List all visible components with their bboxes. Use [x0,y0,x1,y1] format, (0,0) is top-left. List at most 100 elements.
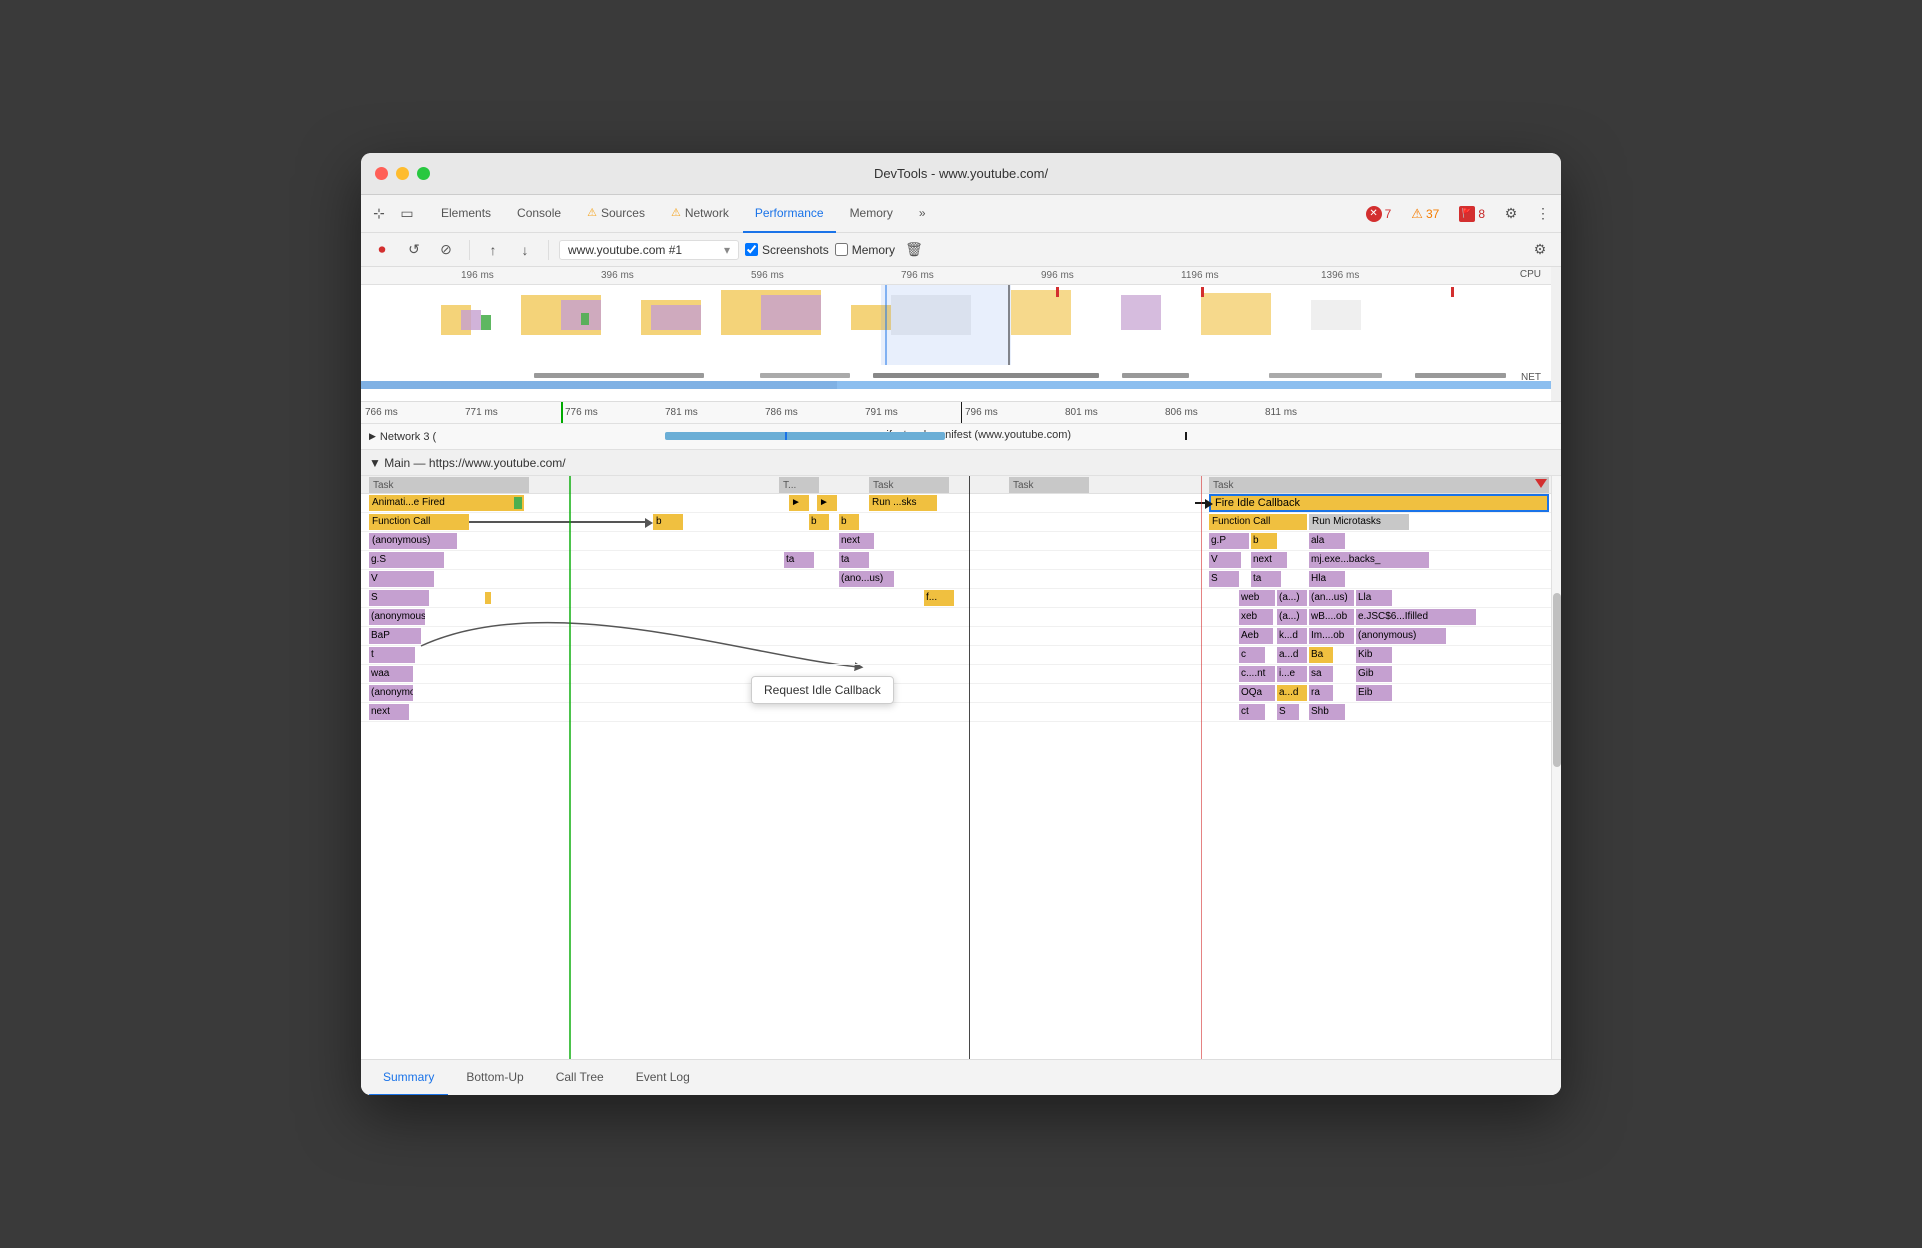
block-wb-ob[interactable]: wB....ob [1309,609,1354,625]
block-next-1[interactable]: next [839,533,874,549]
block-gp[interactable]: g.P [1209,533,1249,549]
block-eib[interactable]: Eib [1356,685,1392,701]
block-shb[interactable]: Shb [1309,704,1345,720]
block-an-us[interactable]: (an...us) [1309,590,1354,606]
overview-scrollbar[interactable] [1551,267,1561,401]
block-im-ob[interactable]: Im....ob [1309,628,1354,644]
block-c[interactable]: c [1239,647,1265,663]
block-s-1[interactable]: S [1209,571,1239,587]
clear-button[interactable]: ⊘ [433,237,459,263]
block-ra[interactable]: ra [1309,685,1333,701]
scrollbar-thumb[interactable] [1553,593,1561,768]
block-v-2[interactable]: V [369,571,434,587]
block-next-2[interactable]: next [1251,552,1287,568]
tab-summary[interactable]: Summary [369,1060,448,1096]
tab-performance[interactable]: Performance [743,195,836,233]
tab-call-tree[interactable]: Call Tree [542,1060,618,1096]
block-anon-2[interactable]: (anonymous) [369,609,425,625]
tab-network[interactable]: ⚠ Network [659,195,741,233]
block-ejsc[interactable]: e.JSC$6...Ifilled [1356,609,1476,625]
expand-triangle-icon[interactable]: ▶ [369,431,376,442]
block-b-small[interactable]: b [653,514,683,530]
block-a2[interactable]: (a...) [1277,609,1307,625]
block-ba[interactable]: Ba [1309,647,1333,663]
block-v-1[interactable]: V [1209,552,1241,568]
memory-checkbox-label[interactable]: Memory [835,243,895,257]
settings-icon[interactable]: ⚙ [1499,202,1523,226]
block-oqa[interactable]: OQa [1239,685,1275,701]
block-lla[interactable]: Lla [1356,590,1392,606]
block-ad-1[interactable]: a...d [1277,647,1307,663]
block-b-2[interactable]: b [839,514,859,530]
block-b-3[interactable]: b [1251,533,1277,549]
block-fn-call-1[interactable]: Function Call [369,514,469,530]
block-gs[interactable]: g.S [369,552,444,568]
block-a1[interactable]: (a...) [1277,590,1307,606]
block-fn-call-2[interactable]: Function Call [1209,514,1307,530]
record-button[interactable]: ⏺ [369,237,395,263]
upload-button[interactable]: ↑ [480,237,506,263]
warnings-badge[interactable]: ⚠ 37 [1405,204,1445,224]
block-fire-idle[interactable]: Fire Idle Callback [1209,494,1549,512]
trash-icon[interactable]: 🗑 [901,237,927,263]
screenshots-checkbox-label[interactable]: Screenshots [745,243,829,257]
cursor-icon[interactable]: ⊹ [367,202,391,226]
block-gib[interactable]: Gib [1356,666,1392,682]
memory-checkbox[interactable] [835,243,848,256]
block-waa[interactable]: waa [369,666,413,682]
more-icon[interactable]: ⋮ [1531,202,1555,226]
block-run-micro[interactable]: Run Microtasks [1309,514,1409,530]
block-animati[interactable]: Animati...e Fired [369,495,524,511]
tab-console[interactable]: Console [505,195,573,233]
block-t[interactable]: t [369,647,415,663]
block-hla[interactable]: Hla [1309,571,1345,587]
download-button[interactable]: ↓ [512,237,538,263]
block-mj-exe[interactable]: mj.exe...backs_ [1309,552,1429,568]
tab-more[interactable]: » [907,195,938,233]
minimize-button[interactable] [396,167,409,180]
maximize-button[interactable] [417,167,430,180]
tab-sources[interactable]: ⚠ Sources [575,195,657,233]
block-next-3[interactable]: next [369,704,409,720]
flame-scrollbar[interactable] [1551,476,1561,1059]
block-f[interactable]: f... [924,590,954,606]
timeline-overview[interactable]: 196 ms 396 ms 596 ms 796 ms 996 ms 1196 … [361,267,1561,402]
block-ct[interactable]: ct [1239,704,1265,720]
tab-elements[interactable]: Elements [429,195,503,233]
block-anon-3[interactable]: (anonymous) [1356,628,1446,644]
block-aeb[interactable]: Aeb [1239,628,1273,644]
settings-gear-icon[interactable]: ⚙ [1527,237,1553,263]
tab-event-log[interactable]: Event Log [622,1060,704,1096]
url-selector[interactable]: www.youtube.com #1 ▾ [559,240,739,260]
block-ta-1[interactable]: ta [784,552,814,568]
block-arrow-right[interactable]: ► [817,495,837,511]
block-ad-2[interactable]: a...d [1277,685,1307,701]
block-kd[interactable]: k...d [1277,628,1307,644]
block-ie[interactable]: i...e [1277,666,1307,682]
block-anon-1[interactable]: (anonymous) [369,533,457,549]
block-bap[interactable]: BaP [369,628,421,644]
errors-badge[interactable]: ✕ 7 [1360,204,1398,224]
device-icon[interactable]: ▭ [395,202,419,226]
block-s-2[interactable]: S [369,590,429,606]
block-kib[interactable]: Kib [1356,647,1392,663]
block-b-1[interactable]: b [809,514,829,530]
block-ta-3[interactable]: ta [1251,571,1281,587]
block-sa[interactable]: sa [1309,666,1333,682]
reload-button[interactable]: ↺ [401,237,427,263]
block-ano-us[interactable]: (ano...us) [839,571,894,587]
screenshots-checkbox[interactable] [745,243,758,256]
close-button[interactable] [375,167,388,180]
block-s-3[interactable]: S [1277,704,1299,720]
block-arrow-left[interactable]: ► [789,495,809,511]
block-xeb[interactable]: xeb [1239,609,1273,625]
info-badge[interactable]: 🚩 8 [1453,204,1491,224]
block-ta-2[interactable]: ta [839,552,869,568]
block-ala[interactable]: ala [1309,533,1345,549]
block-anon-4[interactable]: (anonymous) [369,685,413,701]
block-cnt[interactable]: c....nt [1239,666,1275,682]
tab-bottom-up[interactable]: Bottom-Up [452,1060,537,1096]
tab-memory[interactable]: Memory [838,195,905,233]
block-web[interactable]: web [1239,590,1275,606]
block-run-sks[interactable]: Run ...sks [869,495,937,511]
